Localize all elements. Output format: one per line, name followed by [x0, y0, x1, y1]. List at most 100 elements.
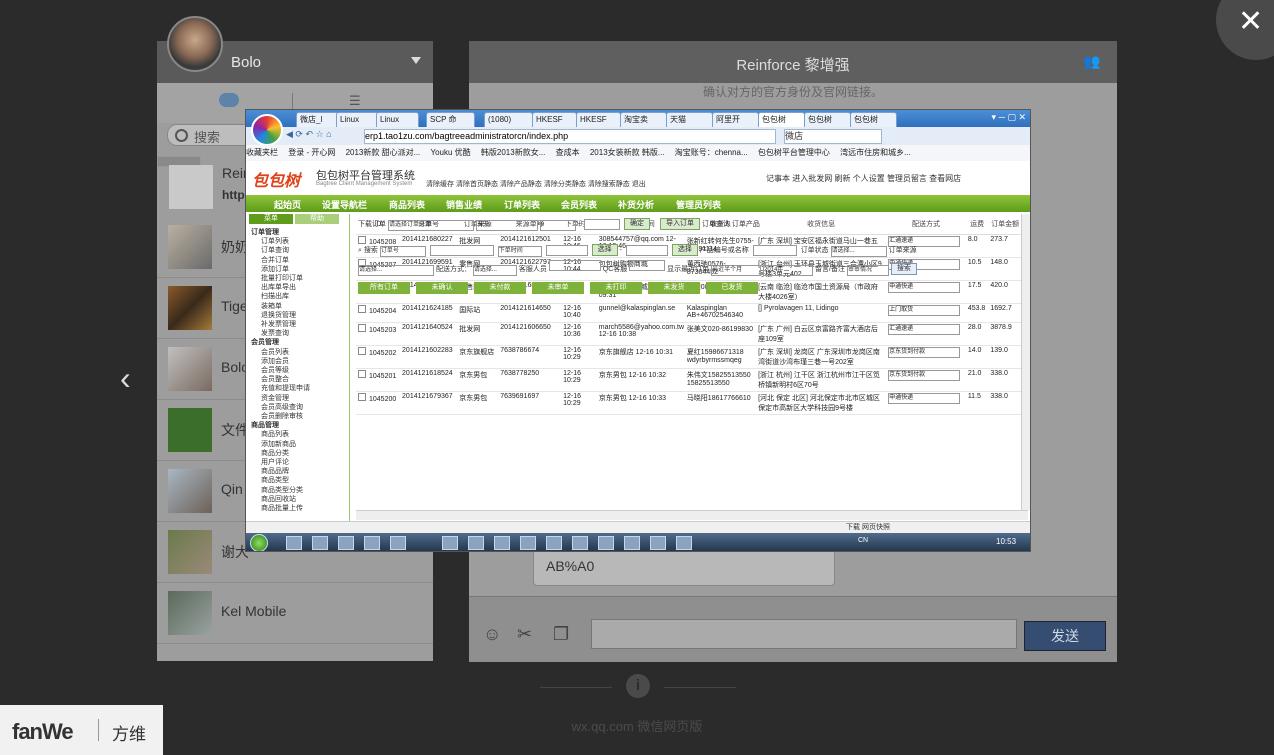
tree-item[interactable]: 会员删除审核	[251, 412, 310, 421]
tree-item[interactable]: 会员列表	[251, 348, 310, 357]
delivery-method-select[interactable]: 上门取货	[888, 305, 961, 316]
tree-group[interactable]: 商品管理	[251, 421, 310, 430]
tree-item[interactable]: 合并订单	[251, 256, 310, 265]
browser-tab[interactable]: 阿里开	[712, 112, 759, 128]
audit-select[interactable]: 审审情况	[846, 265, 889, 276]
taskbar-app-icon[interactable]	[364, 536, 380, 550]
bookmark[interactable]: 韩版2013新款女...	[481, 148, 545, 157]
send-button[interactable]: 发送	[1024, 621, 1106, 651]
start-button-icon[interactable]	[250, 534, 268, 551]
emoji-icon[interactable]: ☺	[483, 624, 505, 646]
filter-links[interactable]: 订单查询 订单产品	[702, 221, 760, 228]
nav-buttons[interactable]: ◀ ⟳ ↶ ☆ ⌂	[286, 129, 332, 140]
table-row[interactable]: 1045204 2014121624185 国际站 2014121614650 12-1…	[356, 303, 1022, 323]
bookmark[interactable]: 登录 - 开心网	[288, 148, 335, 157]
delivery-method-select[interactable]: 京东货到付款	[888, 370, 961, 381]
delivery-method-select[interactable]: 汇通速递	[888, 324, 961, 335]
status-filter-button[interactable]: 未确认	[416, 282, 468, 294]
url-field[interactable]: erp1.tao1zu.com/bagtreeadministratorcn/i…	[364, 129, 776, 144]
choose-select[interactable]: 请选择...	[358, 265, 434, 276]
menu-item[interactable]: 订单列表	[504, 198, 540, 211]
menu-item[interactable]: 商品列表	[389, 198, 425, 211]
bookmark[interactable]: 2013新款 甜心派对...	[346, 148, 421, 157]
tree-item[interactable]: 商品品牌	[251, 467, 310, 476]
search-button[interactable]: 搜索	[890, 263, 917, 276]
message-input[interactable]	[591, 619, 1017, 649]
time-end-input[interactable]	[625, 244, 668, 256]
menu-item[interactable]: 设置导航栏	[322, 198, 367, 211]
taskbar-app-icon[interactable]	[494, 536, 510, 550]
tree-item[interactable]: 商品批量上传	[251, 504, 310, 513]
taskbar-app-icon[interactable]	[442, 536, 458, 550]
contacts-tab-icon[interactable]: ☰	[349, 93, 369, 108]
tree-item[interactable]: 添加订单	[251, 265, 310, 274]
browser-tab[interactable]: 包包树	[850, 112, 897, 128]
tree-item[interactable]: 用户评论	[251, 458, 310, 467]
taskbar-app-icon[interactable]	[286, 536, 302, 550]
tree-item[interactable]: 会员高级查询	[251, 403, 310, 412]
browser-tab[interactable]: 淘宝卖	[620, 112, 667, 128]
time-start-input[interactable]	[545, 244, 588, 256]
row-checkbox[interactable]	[358, 236, 366, 244]
status-filter-button[interactable]: 未发货	[648, 282, 700, 294]
tree-item[interactable]: 发票查询	[251, 329, 310, 338]
header-link[interactable]: 管理员留言	[887, 174, 927, 183]
status-filter-button[interactable]: 未打印	[590, 282, 642, 294]
tree-item[interactable]: 资金管理	[251, 394, 310, 403]
order-status-select[interactable]: 请选择...	[830, 245, 887, 257]
number-field[interactable]: 9	[539, 219, 576, 231]
browser-tab[interactable]: (1080)	[484, 112, 533, 128]
select-button-2[interactable]: 选择	[671, 244, 698, 256]
header-action[interactable]: 清除缓存	[426, 181, 454, 188]
taskbar-app-icon[interactable]	[624, 536, 640, 550]
header-link[interactable]: 刷新	[834, 174, 850, 183]
tree-item[interactable]: 商品回收站	[251, 495, 310, 504]
vertical-scrollbar[interactable]	[1021, 214, 1030, 510]
tree-item[interactable]: 商品列表	[251, 430, 310, 439]
menu-item[interactable]: 管理员列表	[676, 198, 721, 211]
bookmark[interactable]: 湾远市住房和城乡...	[840, 148, 911, 157]
header-link[interactable]: 查看网店	[929, 174, 961, 183]
tree-item[interactable]: 批量打印订单	[251, 274, 310, 283]
row-checkbox[interactable]	[358, 324, 366, 332]
taskbar-app-icon[interactable]	[338, 536, 354, 550]
ime-indicator[interactable]: CN	[858, 537, 868, 544]
status-filter-button[interactable]: 已发货	[706, 282, 758, 294]
tree-item[interactable]: 添加新商品	[251, 440, 310, 449]
delivery-method-select[interactable]: 申通快递	[888, 282, 961, 293]
contact-item[interactable]: Kel Mobile	[157, 583, 433, 644]
delivery-method-select[interactable]: 申通快递	[888, 393, 961, 404]
browser-tab[interactable]: Linux	[376, 112, 419, 128]
bookmark[interactable]: 收藏夹栏	[246, 148, 278, 157]
screenshot-icon[interactable]: ✂	[517, 624, 539, 646]
column-header[interactable]: 订单金额	[988, 214, 1022, 235]
select-button[interactable]: 选择	[591, 244, 618, 256]
browser-tab[interactable]: 天猫	[666, 112, 713, 128]
table-row[interactable]: 1045201 2014121618524 京东男包 7638778250 12-16 …	[356, 368, 1022, 392]
date-range-select[interactable]: 当天	[475, 219, 538, 231]
delivery-select[interactable]: 请选择...	[472, 265, 517, 276]
bookmark[interactable]: 查成本	[556, 148, 580, 157]
taskbar-app-icon[interactable]	[650, 536, 666, 550]
tree-item[interactable]: 商品类型	[251, 476, 310, 485]
group-members-icon[interactable]: 👥	[1083, 53, 1103, 69]
user-avatar[interactable]	[167, 16, 223, 72]
row-checkbox[interactable]	[358, 393, 366, 401]
column-header[interactable]: 收货信息	[756, 214, 887, 235]
horizontal-scrollbar[interactable]	[356, 510, 1028, 520]
browser-tab[interactable]: SCP 命	[426, 112, 475, 128]
menu-item[interactable]: 起始页	[274, 198, 301, 211]
status-filter-button[interactable]: 未付款	[474, 282, 526, 294]
close-button[interactable]: ✕	[1216, 0, 1274, 60]
shared-screenshot-image[interactable]: 微店_l Linux Linux SCP 命 (1080) HKESF HKES…	[245, 109, 1031, 552]
menu-item[interactable]: 补货分析	[618, 198, 654, 211]
order-source-select[interactable]: 请选择订单来源	[387, 219, 474, 231]
taskbar-app-icon[interactable]	[390, 536, 406, 550]
header-action[interactable]: 退出	[632, 181, 646, 188]
bookmark[interactable]: 2013女装新款 韩版...	[590, 148, 665, 157]
tree-item[interactable]: 退换货管理	[251, 311, 310, 320]
browser-search-field[interactable]: 微店	[784, 129, 882, 144]
status-filter-button[interactable]: 所有订单	[358, 282, 410, 294]
tree-item[interactable]: 会员整合	[251, 375, 310, 384]
row-checkbox[interactable]	[358, 305, 366, 313]
